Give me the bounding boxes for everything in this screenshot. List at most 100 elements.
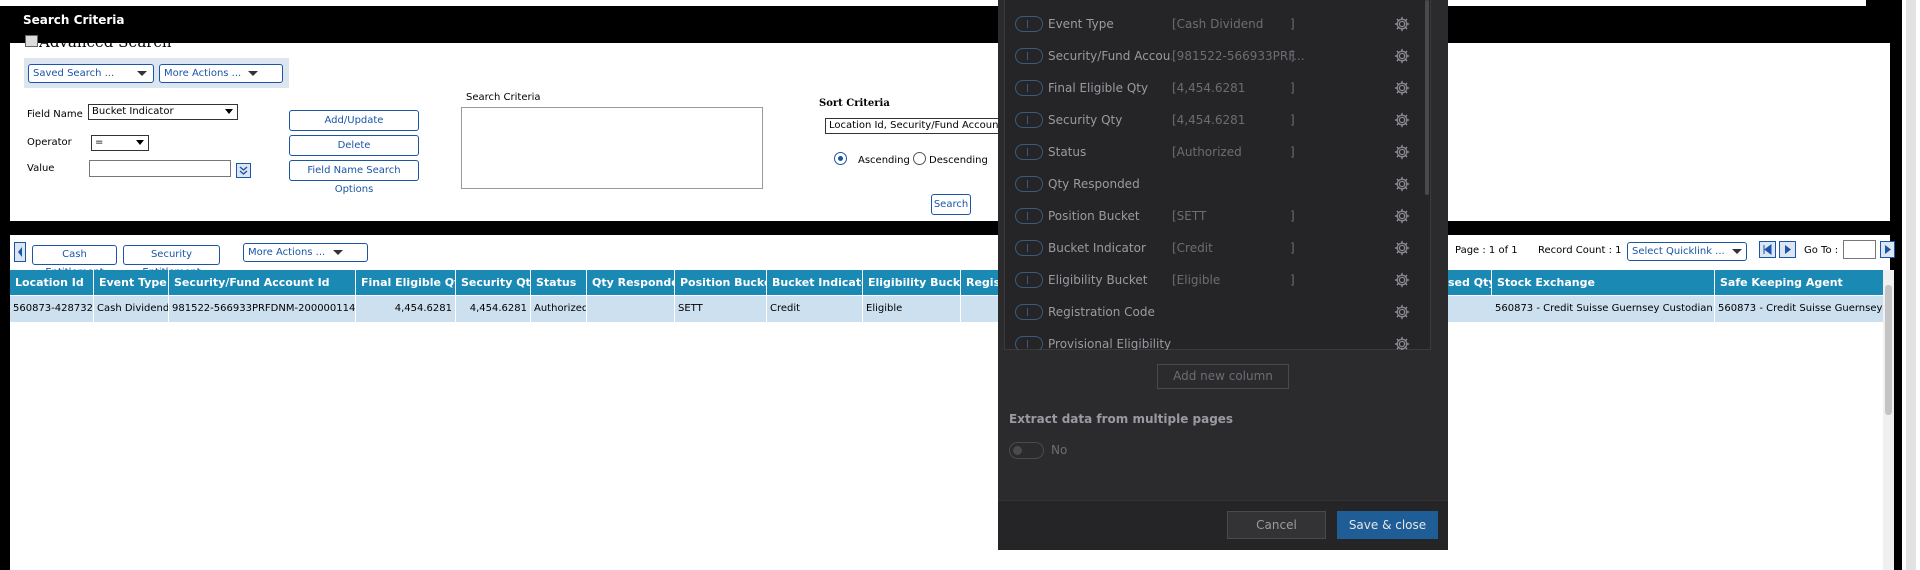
column-visibility-toggle[interactable] <box>1015 272 1043 288</box>
go-to-input[interactable] <box>1843 240 1876 259</box>
extract-multiple-pages-value: No <box>1051 443 1068 457</box>
more-actions-dropdown[interactable]: More Actions ... <box>159 64 283 83</box>
column-name: Position Bucket <box>1048 209 1140 223</box>
page-scrollbar-track[interactable] <box>1906 0 1916 570</box>
column-row[interactable]: Security Qty [4,454.6281] <box>1004 104 1424 136</box>
col-location-id[interactable]: Location Id <box>10 270 94 295</box>
gear-icon[interactable] <box>1394 144 1410 160</box>
chevron-down-icon <box>1732 249 1742 254</box>
field-name-search-options-button[interactable]: Field Name Search Options <box>289 160 419 195</box>
page-info: Page : 1 of 1 <box>1455 245 1518 256</box>
column-row[interactable]: Registration Code <box>1004 296 1424 328</box>
col-security-qty[interactable]: Security Qty <box>456 270 531 295</box>
col-sed-qty[interactable]: sed Qty <box>1448 270 1492 295</box>
field-name-select[interactable]: Bucket Indicator <box>88 104 238 120</box>
gear-icon[interactable] <box>1394 80 1410 96</box>
search-criteria-title: Search Criteria <box>23 13 125 27</box>
operator-select[interactable]: = <box>91 135 149 151</box>
search-criteria-box[interactable] <box>461 107 763 189</box>
cell-bucket-indicator: Credit <box>767 296 863 322</box>
chevron-down-icon <box>333 250 343 255</box>
first-page-icon[interactable] <box>1759 241 1776 258</box>
column-row[interactable]: Final Eligible Qty [4,454.6281] <box>1004 72 1424 104</box>
sort-criteria-select[interactable]: Location Id, Security/Fund Account Id, <box>825 118 1000 134</box>
column-row[interactable]: Event Type [Cash Dividend] <box>1004 8 1424 40</box>
save-close-button[interactable]: Save & close <box>1337 511 1438 539</box>
column-visibility-toggle[interactable] <box>1015 176 1043 192</box>
cell-account-id: 981522-566933PRFDNM-200000114 <box>169 296 356 322</box>
add-new-column-button[interactable]: Add new column <box>1157 364 1289 389</box>
col-qty-responded[interactable]: Qty Responded <box>587 270 675 295</box>
ascending-radio[interactable] <box>834 152 847 165</box>
delete-button[interactable]: Delete <box>289 135 419 156</box>
descending-radio[interactable] <box>913 152 926 165</box>
column-row[interactable]: Provisional Eligibility <box>1004 328 1424 350</box>
gear-icon[interactable] <box>1394 112 1410 128</box>
toggle-knob <box>1013 446 1022 455</box>
grid-more-actions-dropdown[interactable]: More Actions ... <box>243 243 368 262</box>
value-picker-icon[interactable] <box>236 163 251 178</box>
add-update-button[interactable]: Add/Update <box>289 110 419 131</box>
title-bar <box>0 6 1920 42</box>
gear-icon[interactable] <box>1394 272 1410 288</box>
column-visibility-toggle[interactable] <box>1015 336 1043 350</box>
col-eligibility-bucket[interactable]: Eligibility Bucket <box>863 270 961 295</box>
col-bucket-indicator[interactable]: Bucket Indicator <box>767 270 863 295</box>
cancel-button[interactable]: Cancel <box>1227 511 1326 539</box>
column-visibility-toggle[interactable] <box>1015 304 1043 320</box>
cell-event-type: Cash Dividend <box>94 296 169 322</box>
col-stock-exchange[interactable]: Stock Exchange <box>1492 270 1715 295</box>
column-visibility-toggle[interactable] <box>1015 48 1043 64</box>
go-icon[interactable] <box>1880 241 1895 258</box>
column-row[interactable]: Qty Responded <box>1004 168 1424 200</box>
col-safe-keeping-agent[interactable]: Safe Keeping Agent <box>1715 270 1883 295</box>
cell-position-bucket: SETT <box>675 296 767 322</box>
gear-icon[interactable] <box>1394 240 1410 256</box>
advanced-search-label[interactable]: Advanced Search <box>39 33 172 51</box>
next-page-icon[interactable] <box>1779 241 1796 258</box>
gear-icon[interactable] <box>1394 208 1410 224</box>
gear-icon[interactable] <box>1394 16 1410 32</box>
column-row[interactable]: Bucket Indicator [Credit] <box>1004 232 1424 264</box>
gear-icon[interactable] <box>1394 304 1410 320</box>
column-name: Final Eligible Qty <box>1048 81 1149 95</box>
grid-scrollbar-thumb[interactable] <box>1885 285 1892 415</box>
col-final-eligible-qty[interactable]: Final Eligible Qty <box>356 270 456 295</box>
column-visibility-toggle[interactable] <box>1015 80 1043 96</box>
column-sample-value-end: ] <box>1290 241 1295 255</box>
col-event-type[interactable]: Event Type <box>94 270 169 295</box>
column-name: Event Type <box>1048 17 1114 31</box>
value-input[interactable] <box>89 160 231 177</box>
column-row[interactable]: Status [Authorized] <box>1004 136 1424 168</box>
column-row[interactable]: Eligibility Bucket [Eligible] <box>1004 264 1424 296</box>
descending-label: Descending <box>929 155 988 166</box>
column-name: Provisional Eligibility <box>1048 337 1172 350</box>
gear-icon[interactable] <box>1394 176 1410 192</box>
cash-entitlement-button[interactable]: Cash Entitlement <box>32 245 117 278</box>
column-visibility-toggle[interactable] <box>1015 112 1043 128</box>
col-status[interactable]: Status <box>531 270 587 295</box>
column-visibility-toggle[interactable] <box>1015 16 1043 32</box>
collapse-left-icon[interactable] <box>14 242 26 262</box>
more-actions-label: More Actions ... <box>164 68 242 79</box>
search-button[interactable]: Search <box>931 194 971 215</box>
column-visibility-toggle[interactable] <box>1015 208 1043 224</box>
column-row[interactable]: Position Bucket [SETT] <box>1004 200 1424 232</box>
field-name-value: Bucket Indicator <box>92 106 174 117</box>
quicklink-dropdown[interactable]: Select Quicklink ... <box>1627 242 1747 261</box>
column-visibility-toggle[interactable] <box>1015 240 1043 256</box>
gear-icon[interactable] <box>1394 48 1410 64</box>
saved-search-dropdown[interactable]: Saved Search ... <box>28 64 154 83</box>
col-position-bucket[interactable]: Position Bucket <box>675 270 767 295</box>
collapse-icon[interactable] <box>25 35 38 47</box>
column-row[interactable]: Security/Fund Accou... [981522-566933PRF.… <box>1004 40 1424 72</box>
chevron-down-icon <box>136 140 144 145</box>
column-list-scrollbar[interactable] <box>1425 0 1429 195</box>
col-account-id[interactable]: Security/Fund Account Id <box>169 270 356 295</box>
col-registration[interactable]: Registr <box>961 270 1001 295</box>
ascending-label: Ascending <box>858 155 910 166</box>
column-sample-value: [4,454.6281 <box>1172 81 1246 95</box>
gear-icon[interactable] <box>1394 336 1410 350</box>
security-entitlement-button[interactable]: Security Entitlement <box>123 245 220 278</box>
column-visibility-toggle[interactable] <box>1015 144 1043 160</box>
